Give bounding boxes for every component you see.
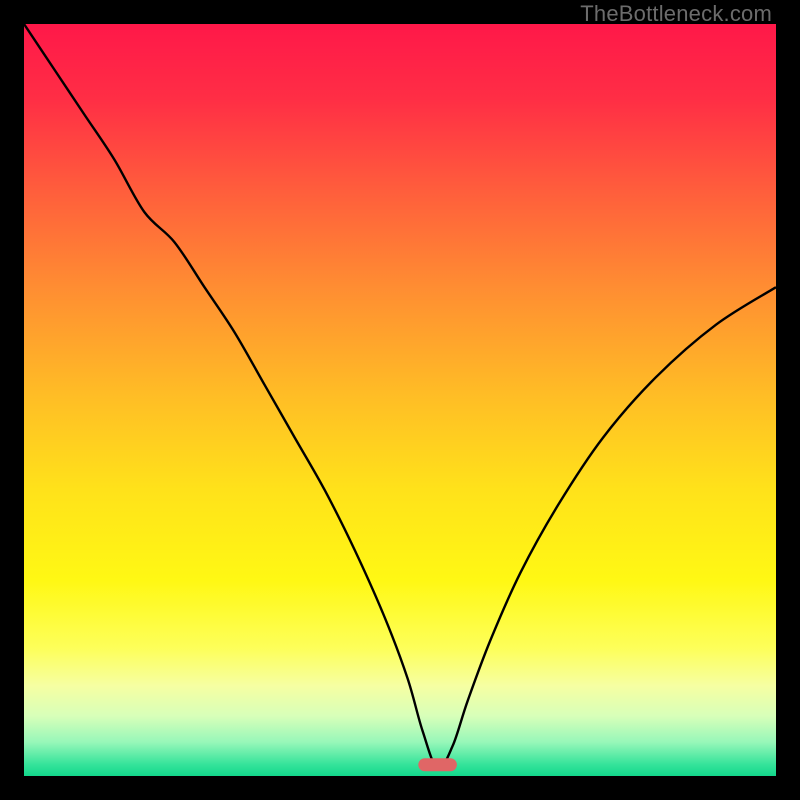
gradient-background <box>24 24 776 776</box>
optimal-marker <box>419 759 457 771</box>
chart-frame <box>24 24 776 776</box>
bottleneck-chart <box>24 24 776 776</box>
